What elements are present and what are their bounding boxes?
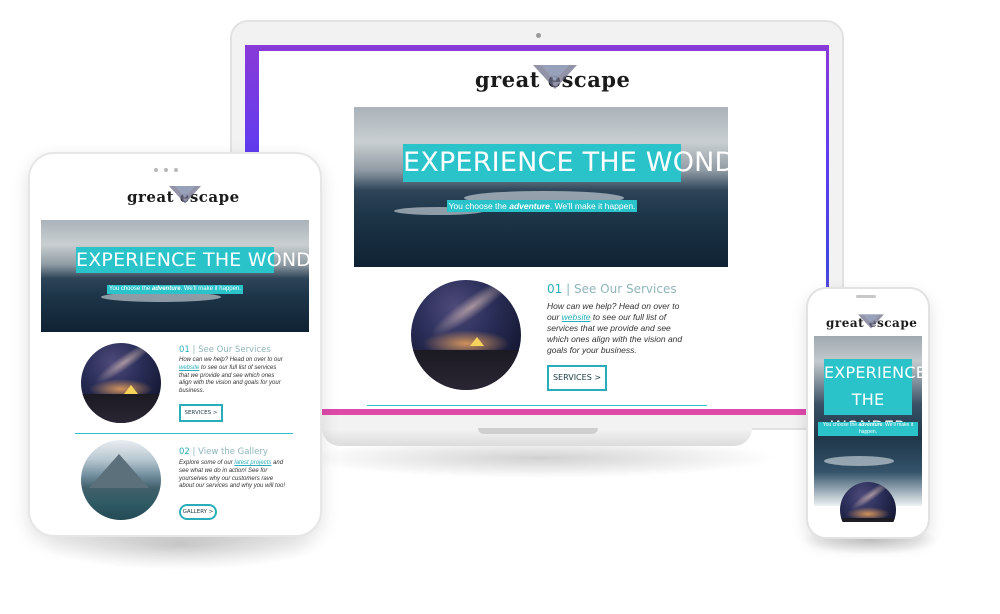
hero-title: EXPERIENCE THE WONDER bbox=[76, 247, 309, 273]
website-link[interactable]: website bbox=[562, 312, 591, 322]
tent-icon bbox=[470, 337, 485, 347]
hero-subtitle: You choose the adventure. We'll make it … bbox=[447, 200, 637, 212]
triangle-logo-icon bbox=[533, 65, 577, 89]
section-title: View the Gallery bbox=[198, 447, 268, 457]
hero-banner: EXPERIENCE THE WONDER You choose the adv… bbox=[41, 220, 309, 332]
services-button[interactable]: SERVICES > bbox=[547, 365, 607, 391]
section-divider bbox=[367, 405, 707, 406]
camera-icon bbox=[536, 33, 541, 38]
website-link[interactable]: website bbox=[179, 365, 199, 371]
section-heading: 01 | See Our Services bbox=[179, 345, 271, 355]
tablet-sensors bbox=[154, 159, 194, 172]
triangle-logo-icon bbox=[169, 186, 201, 204]
hero-subtitle: You choose the adventure. We'll make it … bbox=[818, 422, 918, 436]
services-button[interactable]: SERVICES > bbox=[179, 404, 223, 422]
wave-crest bbox=[824, 456, 894, 466]
section-number: 02 bbox=[179, 447, 190, 457]
section-number: 01 bbox=[179, 345, 190, 355]
hero-title: EXPERIENCE THE WONDER bbox=[403, 144, 728, 182]
hero-banner: EXPERIENCE THE WONDER You choose the adv… bbox=[814, 336, 922, 506]
section-text: How can we help? Head on over to our web… bbox=[547, 301, 683, 356]
section-text: Explore some of our latest projects and … bbox=[179, 460, 286, 490]
section-title: See Our Services bbox=[573, 282, 677, 296]
hero-title: EXPERIENCE THE WONDER bbox=[824, 359, 922, 436]
hero-subtitle: You choose the adventure. We'll make it … bbox=[107, 285, 243, 294]
speaker-icon bbox=[856, 295, 876, 298]
section-number: 01 bbox=[547, 282, 563, 296]
services-image bbox=[411, 280, 521, 390]
section-heading: 02 | View the Gallery bbox=[179, 447, 268, 457]
section-heading: 01 | See Our Services bbox=[547, 282, 677, 296]
section-title: See Our Services bbox=[198, 345, 271, 355]
services-image bbox=[81, 343, 161, 423]
laptop-screen-frame: great escape EXPERIENCE THE WONDER You c… bbox=[245, 45, 829, 415]
tablet-screen: great escape EXPERIENCE THE WONDER You c… bbox=[41, 178, 309, 526]
laptop-notch bbox=[478, 428, 598, 434]
hero-banner: EXPERIENCE THE WONDER You choose the adv… bbox=[354, 107, 728, 267]
gallery-button[interactable]: GALLERY > bbox=[179, 504, 217, 520]
gallery-image bbox=[81, 440, 161, 520]
triangle-logo-icon bbox=[858, 314, 884, 329]
section-text: How can we help? Head on over to our web… bbox=[179, 357, 283, 395]
tent-icon bbox=[124, 384, 139, 394]
laptop-screen: great escape EXPERIENCE THE WONDER You c… bbox=[259, 51, 826, 409]
phone-screen: great escape EXPERIENCE THE WONDER You c… bbox=[814, 304, 922, 522]
section-divider bbox=[75, 433, 293, 434]
projects-link[interactable]: latest projects bbox=[234, 460, 271, 466]
